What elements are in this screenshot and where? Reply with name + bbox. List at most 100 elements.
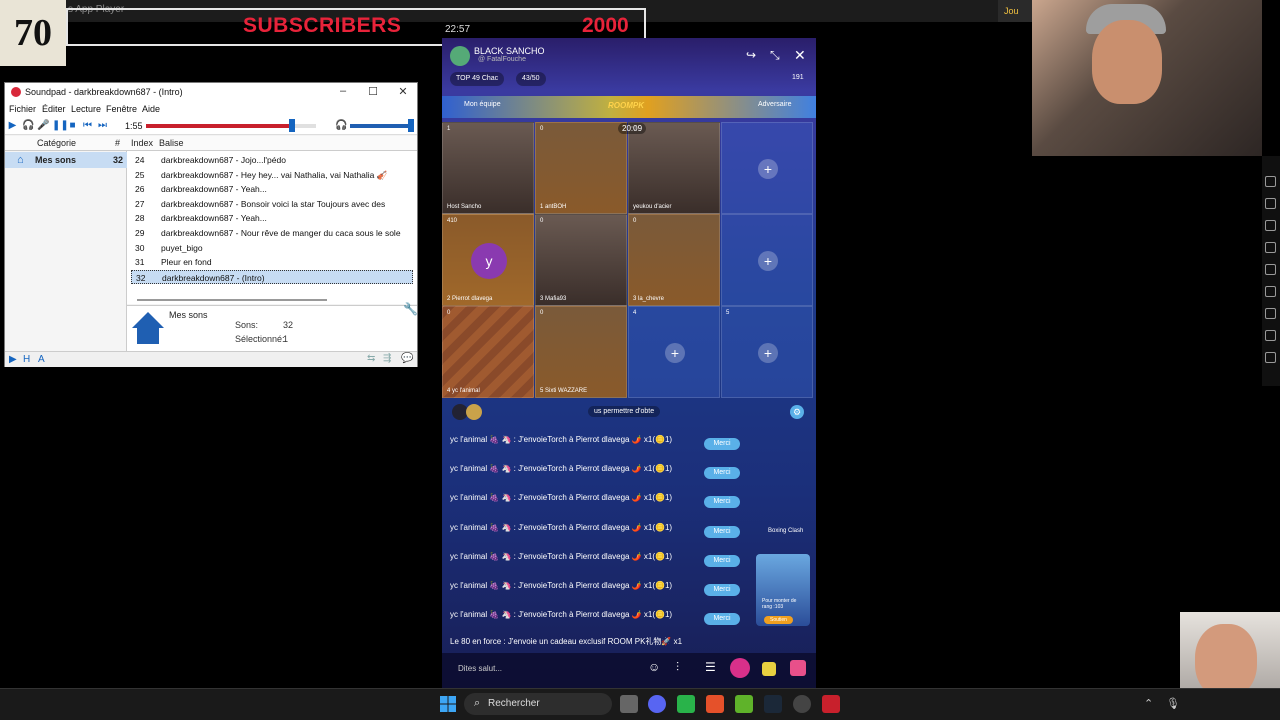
menu-lecture[interactable]: Lecture [71,104,101,114]
add-seat-icon[interactable]: + [758,343,778,363]
guest-seat[interactable]: 1 Host Sancho [442,122,534,214]
gift-icon[interactable] [790,660,806,676]
table-row[interactable]: 27 darkbreakdown687 - Bonsoir voici la st… [131,197,413,212]
bluestacks-icon[interactable] [735,695,753,713]
merci-button[interactable]: Merci [704,467,740,480]
table-row[interactable]: 32 darkbreakdown687 - (Intro) [131,269,413,285]
status-a-icon[interactable]: A [38,354,45,365]
taskbar-search[interactable]: ⌕ Rechercher [464,693,612,715]
rank-badge[interactable]: TOP 49 Chac [450,72,505,86]
guest-seat[interactable]: 0 yeukou d'acier [628,122,720,214]
microphone-icon[interactable]: 🎤 [37,120,49,131]
task-view-icon[interactable] [620,695,638,713]
close-icon[interactable]: ✕ [389,85,417,101]
steam-icon[interactable] [764,695,782,713]
side-tool-icon[interactable] [1265,330,1276,341]
audio-wave-icon[interactable]: ⫶ [676,660,679,675]
close-stream-icon[interactable]: ✕ [794,47,806,64]
menu-editer[interactable]: Éditer [42,104,66,114]
boxing-clash-label[interactable]: Boxing Clash [768,528,803,534]
volume-knob[interactable] [407,119,414,132]
table-row[interactable]: 24 darkbreakdown687 - Jojo...l'pédo [131,153,413,168]
status-repeat-icon[interactable]: ⇆ [367,353,375,364]
add-seat-icon[interactable]: + [758,251,778,271]
next-icon[interactable]: ⏭ [97,120,108,131]
pause-icon[interactable]: ❚❚ [52,120,69,131]
previous-icon[interactable]: ⏮ [82,120,93,131]
share-icon[interactable]: ↪ [746,48,756,62]
side-tool-icon[interactable] [1265,352,1276,363]
obs-icon[interactable] [793,695,811,713]
sound-list[interactable]: Index Balise 24 darkbreakdown687 - Jojo..… [127,136,417,304]
menu-icon[interactable]: ☰ [705,660,716,674]
guest-seat[interactable]: 0 3 Mafia93 [535,214,627,306]
status-play-icon[interactable]: ▶ [9,354,17,365]
empty-seat[interactable]: + [721,122,813,214]
status-chat-icon[interactable]: 💬 [401,353,413,364]
table-row[interactable]: 30 puyet_bigo [131,241,413,256]
headphones-icon[interactable]: 🎧 [22,120,34,131]
menu-fenetre[interactable]: Fenêtre [106,104,137,114]
side-tool-icon[interactable] [1265,198,1276,209]
menu-fichier[interactable]: Fichier [9,104,36,114]
wrench-icon[interactable]: 🔧 [403,302,418,316]
merci-button[interactable]: Merci [704,525,740,538]
empty-seat[interactable]: + [721,214,813,306]
table-row[interactable]: 28 darkbreakdown687 - Yeah... [131,211,413,226]
windows-start-icon[interactable] [440,696,456,712]
guest-seat[interactable]: 0 4 yc l'animal [442,306,534,398]
play-icon[interactable]: ▶ [7,120,18,131]
volume-headphones-icon[interactable]: 🎧 [335,120,347,131]
side-tool-icon[interactable] [1265,308,1276,319]
table-row[interactable]: 26 darkbreakdown687 - Yeah... [131,182,413,197]
chest-icon[interactable] [762,662,776,676]
stop-icon[interactable]: ■ [67,120,78,131]
merci-button[interactable]: Merci [704,438,740,450]
soundpad-titlebar[interactable]: Soundpad - darkbreakdown687 - (Intro) – … [5,83,417,103]
list-header[interactable]: Index Balise [127,136,417,151]
status-hotkey-icon[interactable]: H [23,354,30,365]
coin-progress-badge[interactable]: 43/50 [516,72,546,86]
brave-icon[interactable] [706,695,724,713]
side-tool-icon[interactable] [1265,220,1276,231]
guest-seat[interactable]: 0 5 Sixti WAZZARE [535,306,627,398]
gift-event-icon[interactable] [730,658,750,678]
emoji-icon[interactable]: ☺ [648,660,660,674]
minimize-icon[interactable]: – [329,85,357,101]
host-avatar[interactable] [450,46,470,66]
viewer-avatar[interactable] [466,404,482,420]
merci-button[interactable]: Merci [704,496,740,509]
side-tool-icon[interactable] [1265,242,1276,253]
add-seat-icon[interactable]: + [665,343,685,363]
add-seat-icon[interactable]: + [758,159,778,179]
table-row[interactable]: 31 Pleur en fond [131,255,413,270]
empty-seat[interactable]: 4 + [628,306,720,398]
empty-seat[interactable]: 5 + [721,306,813,398]
discord-icon[interactable] [648,695,666,713]
soundpad-window[interactable]: Soundpad - darkbreakdown687 - (Intro) – … [4,82,418,367]
merci-button[interactable]: Merci [704,613,740,626]
minimize-stream-icon[interactable]: ⤡ [770,48,780,63]
guest-seat[interactable]: 0 3 la_chevre [628,214,720,306]
promo-support-button[interactable]: Soutien [764,616,793,624]
settings-gear-icon[interactable]: ⚙ [790,405,804,419]
table-row[interactable]: 25 darkbreakdown687 - Hey hey... vai Nath… [131,168,413,183]
side-tool-icon[interactable] [1265,176,1276,187]
maximize-icon[interactable]: ☐ [359,85,387,101]
spreadsheet-icon[interactable] [677,695,695,713]
progress-knob[interactable] [289,119,296,132]
host-name[interactable]: BLACK SANCHO [474,46,545,56]
soundpad-taskbar-icon[interactable] [822,695,840,713]
guest-seat[interactable]: 410 2 Pierrot dlavega y [442,214,534,306]
guest-seat[interactable]: 0 1 antBOH [535,122,627,214]
status-forward-icon[interactable]: ⇶ [383,353,391,364]
category-item-mes-sons[interactable]: ⌂ Mes sons 32 [5,152,127,168]
menu-aide[interactable]: Aide [142,104,160,114]
chat-input[interactable]: Dites salut... [458,664,502,673]
side-tool-icon[interactable] [1265,286,1276,297]
horizontal-scrollbar[interactable] [137,299,327,301]
category-header[interactable]: Catégorie # [5,136,127,151]
side-tool-icon[interactable] [1265,264,1276,275]
promo-card[interactable]: Pour monter de rang :103 Soutien [756,554,810,626]
merci-button[interactable]: Merci [704,584,740,596]
